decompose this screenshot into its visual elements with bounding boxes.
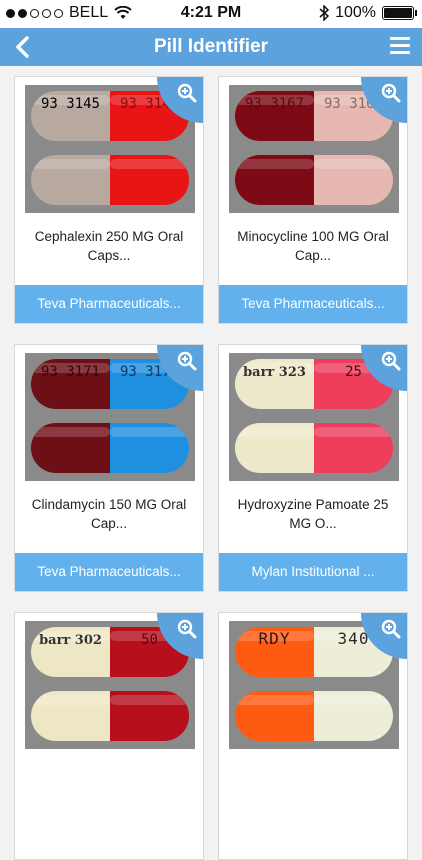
page-title: Pill Identifier bbox=[153, 36, 269, 57]
manufacturer-bar[interactable]: Mylan Institutional ... bbox=[219, 553, 407, 591]
battery-icon bbox=[382, 6, 417, 20]
manufacturer-bar[interactable]: Teva Pharmaceuticals... bbox=[15, 553, 203, 591]
pill-card[interactable]: 93 3167 93 3167 Minocycline 100 MG Oral C… bbox=[218, 76, 408, 324]
pill-name: Hydroxyzine Pamoate 25 MG O... bbox=[237, 497, 389, 531]
manufacturer-bar[interactable]: Teva Pharmaceuticals... bbox=[219, 285, 407, 323]
pill-name: Clindamycin 150 MG Oral Cap... bbox=[31, 497, 187, 531]
magnifier-plus-icon bbox=[381, 351, 401, 371]
bluetooth-icon bbox=[319, 5, 330, 21]
pill-card[interactable]: barr 323 25 Hydroxyzine Pamoate 25 MG O..… bbox=[218, 344, 408, 592]
magnifier-plus-icon bbox=[177, 619, 197, 639]
manufacturer-bar[interactable]: Teva Pharmaceuticals... bbox=[15, 285, 203, 323]
magnifier-plus-icon bbox=[177, 83, 197, 103]
pill-card[interactable]: 93 3145 93 3145 Cephalexin 250 MG Oral Ca… bbox=[14, 76, 204, 324]
status-bar: BELL 4:21 PM 100% bbox=[0, 0, 422, 28]
pill-card[interactable]: 93 3171 93 3171 Clindamycin 150 MG Oral C… bbox=[14, 344, 204, 592]
status-right: 100% bbox=[319, 4, 417, 22]
pill-card[interactable]: barr 302 50 bbox=[14, 612, 204, 860]
magnifier-plus-icon bbox=[177, 351, 197, 371]
magnifier-plus-icon bbox=[381, 83, 401, 103]
hamburger-menu-icon[interactable] bbox=[390, 37, 410, 57]
battery-percent: 100% bbox=[335, 4, 376, 21]
pill-name: Minocycline 100 MG Oral Cap... bbox=[237, 229, 389, 263]
navigation-bar: Pill Identifier bbox=[0, 28, 422, 66]
pill-name: Cephalexin 250 MG Oral Caps... bbox=[34, 229, 184, 263]
magnifier-plus-icon bbox=[381, 619, 401, 639]
pill-card[interactable]: RDY 340 bbox=[218, 612, 408, 860]
